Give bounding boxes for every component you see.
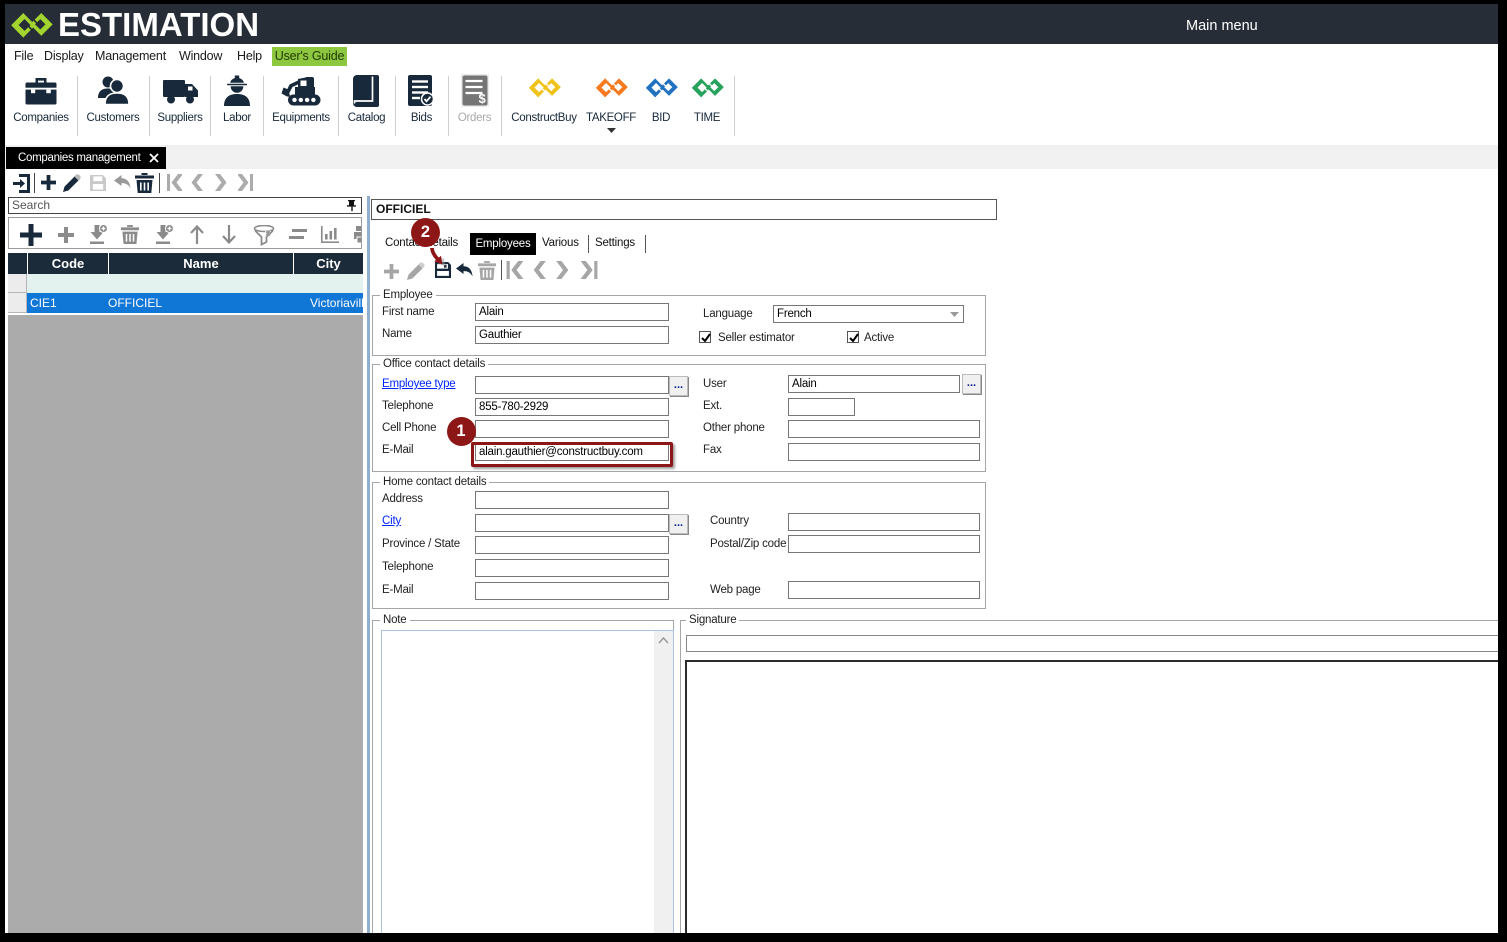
svg-text:$: $ — [478, 91, 486, 106]
